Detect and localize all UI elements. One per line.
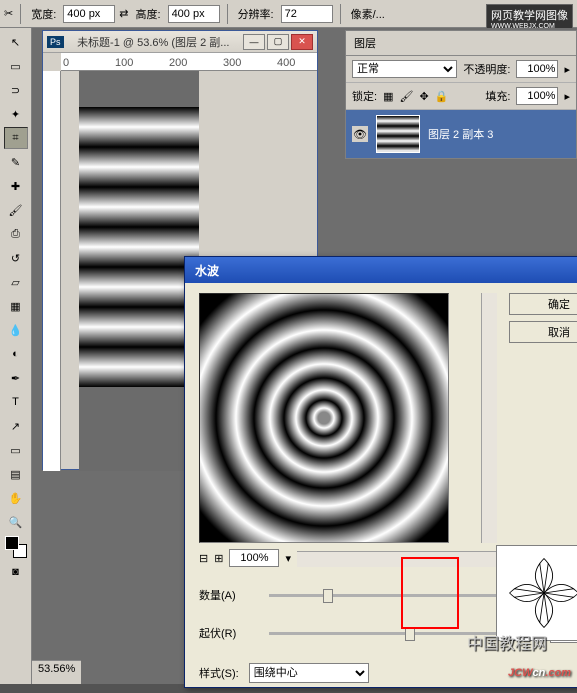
document-titlebar[interactable]: Ps 未标题-1 @ 53.6% (图层 2 副... — ▢ ✕ (43, 31, 317, 53)
gradient-tool-icon[interactable]: ▦ (4, 295, 28, 317)
opacity-arrow-icon[interactable]: ▸ (564, 63, 570, 76)
opacity-label: 不透明度: (463, 61, 510, 77)
opacity-input[interactable] (516, 60, 558, 78)
blur-tool-icon[interactable]: 💧 (4, 319, 28, 341)
ridges-label: 起伏(R) (199, 625, 259, 641)
height-label: 高度: (136, 6, 161, 22)
wand-tool-icon[interactable]: ✦ (4, 103, 28, 125)
width-input[interactable] (63, 5, 115, 23)
fill-input[interactable] (516, 87, 558, 105)
lasso-tool-icon[interactable]: ⊃ (4, 79, 28, 101)
watermark-bottom: JCWcn.com (508, 656, 571, 682)
hand-tool-icon[interactable]: ✋ (4, 487, 28, 509)
dodge-tool-icon[interactable]: ◐ (4, 343, 28, 365)
dialog-titlebar[interactable]: 水波 ✕ (185, 257, 577, 283)
eyedropper-tool-icon[interactable]: ✎ (4, 151, 28, 173)
layers-panel: 图层 正常 不透明度: ▸ 锁定: ▦ 🖌 ✥ 🔒 填充: ▸ 👁 (345, 30, 577, 159)
visibility-icon[interactable]: 👁 (352, 126, 368, 142)
swap-icon[interactable]: ⇄ (119, 7, 128, 20)
crop-tool-icon[interactable]: ✂ (4, 7, 13, 20)
notes-tool-icon[interactable]: ▤ (4, 463, 28, 485)
fill-arrow-icon[interactable]: ▸ (564, 90, 570, 103)
path-tool-icon[interactable]: ↗ (4, 415, 28, 437)
canvas[interactable] (79, 71, 199, 471)
eraser-tool-icon[interactable]: ▱ (4, 271, 28, 293)
lock-trans-icon[interactable]: ▦ (383, 90, 393, 103)
color-swatch[interactable] (5, 536, 27, 558)
style-select[interactable]: 围绕中心 (249, 663, 369, 683)
ok-button[interactable]: 确定 (509, 293, 577, 315)
document-title: 未标题-1 @ 53.6% (图层 2 副... (77, 34, 229, 50)
pen-tool-icon[interactable]: ✒ (4, 367, 28, 389)
preview-scrollbar-h[interactable] (297, 551, 497, 567)
zoom-tool-icon[interactable]: 🔍 (4, 511, 28, 533)
shape-tool-icon[interactable]: ▭ (4, 439, 28, 461)
ps-icon: Ps (47, 36, 64, 48)
watermark-cn: 中国教程网 (467, 630, 547, 654)
zoom-in-button[interactable]: ⊞ (214, 552, 223, 565)
canvas-content (79, 107, 199, 387)
ruler-horizontal: 0 100 200 300 400 (61, 53, 317, 71)
history-brush-icon[interactable]: ↺ (4, 247, 28, 269)
preview-image (199, 293, 449, 543)
dialog-title: 水波 (189, 262, 219, 279)
amount-label: 数量(A) (199, 587, 259, 603)
resolution-input[interactable] (281, 5, 333, 23)
fill-label: 填充: (485, 88, 510, 104)
preview-scrollbar-v[interactable] (481, 293, 497, 543)
layers-tab[interactable]: 图层 (346, 31, 576, 56)
style-label: 样式(S): (199, 665, 239, 681)
zoom-input[interactable] (229, 549, 279, 567)
lock-label: 锁定: (352, 88, 377, 104)
ruler-vertical (43, 71, 61, 471)
zoom-out-button[interactable]: ⊟ (199, 552, 208, 565)
crop-tool-icon[interactable]: ⌗ (4, 127, 28, 149)
workspace: Ps 未标题-1 @ 53.6% (图层 2 副... — ▢ ✕ 0 100 … (32, 28, 577, 684)
zoom-status[interactable]: 53.56% (32, 660, 81, 684)
brush-tool-icon[interactable]: 🖌 (4, 199, 28, 221)
marquee-tool-icon[interactable]: ▭ (4, 55, 28, 77)
blend-mode-select[interactable]: 正常 (352, 60, 457, 78)
healing-tool-icon[interactable]: ✚ (4, 175, 28, 197)
lock-all-icon[interactable]: 🔒 (435, 90, 449, 103)
zoom-arrow-icon[interactable]: ▾ (285, 552, 291, 565)
zigzag-dialog: 水波 ✕ ⊟ ⊞ ▾ (184, 256, 577, 688)
maximize-button[interactable]: ▢ (267, 34, 289, 50)
stamp-tool-icon[interactable]: ⎙ (4, 223, 28, 245)
style-preview (496, 545, 577, 641)
cancel-button[interactable]: 取消 (509, 321, 577, 343)
tool-sidebar: ↖ ▭ ⊃ ✦ ⌗ ✎ ✚ 🖌 ⎙ ↺ ▱ ▦ 💧 ◐ ✒ T ↗ ▭ ▤ ✋ … (0, 28, 32, 684)
units-label[interactable]: 像素/... (351, 6, 385, 22)
width-label: 宽度: (31, 6, 56, 22)
layer-thumbnail[interactable] (376, 115, 420, 153)
lock-paint-icon[interactable]: 🖌 (399, 90, 413, 103)
lock-move-icon[interactable]: ✥ (419, 90, 428, 103)
layer-name[interactable]: 图层 2 副本 3 (428, 126, 493, 142)
highlight-box (401, 557, 459, 629)
layer-item[interactable]: 👁 图层 2 副本 3 (346, 110, 576, 158)
move-tool-icon[interactable]: ↖ (4, 31, 28, 53)
resolution-label: 分辨率: (238, 6, 274, 22)
height-input[interactable] (168, 5, 220, 23)
quickmask-icon[interactable]: ◙ (4, 561, 28, 583)
text-tool-icon[interactable]: T (4, 391, 28, 413)
close-button[interactable]: ✕ (291, 34, 313, 50)
minimize-button[interactable]: — (243, 34, 265, 50)
